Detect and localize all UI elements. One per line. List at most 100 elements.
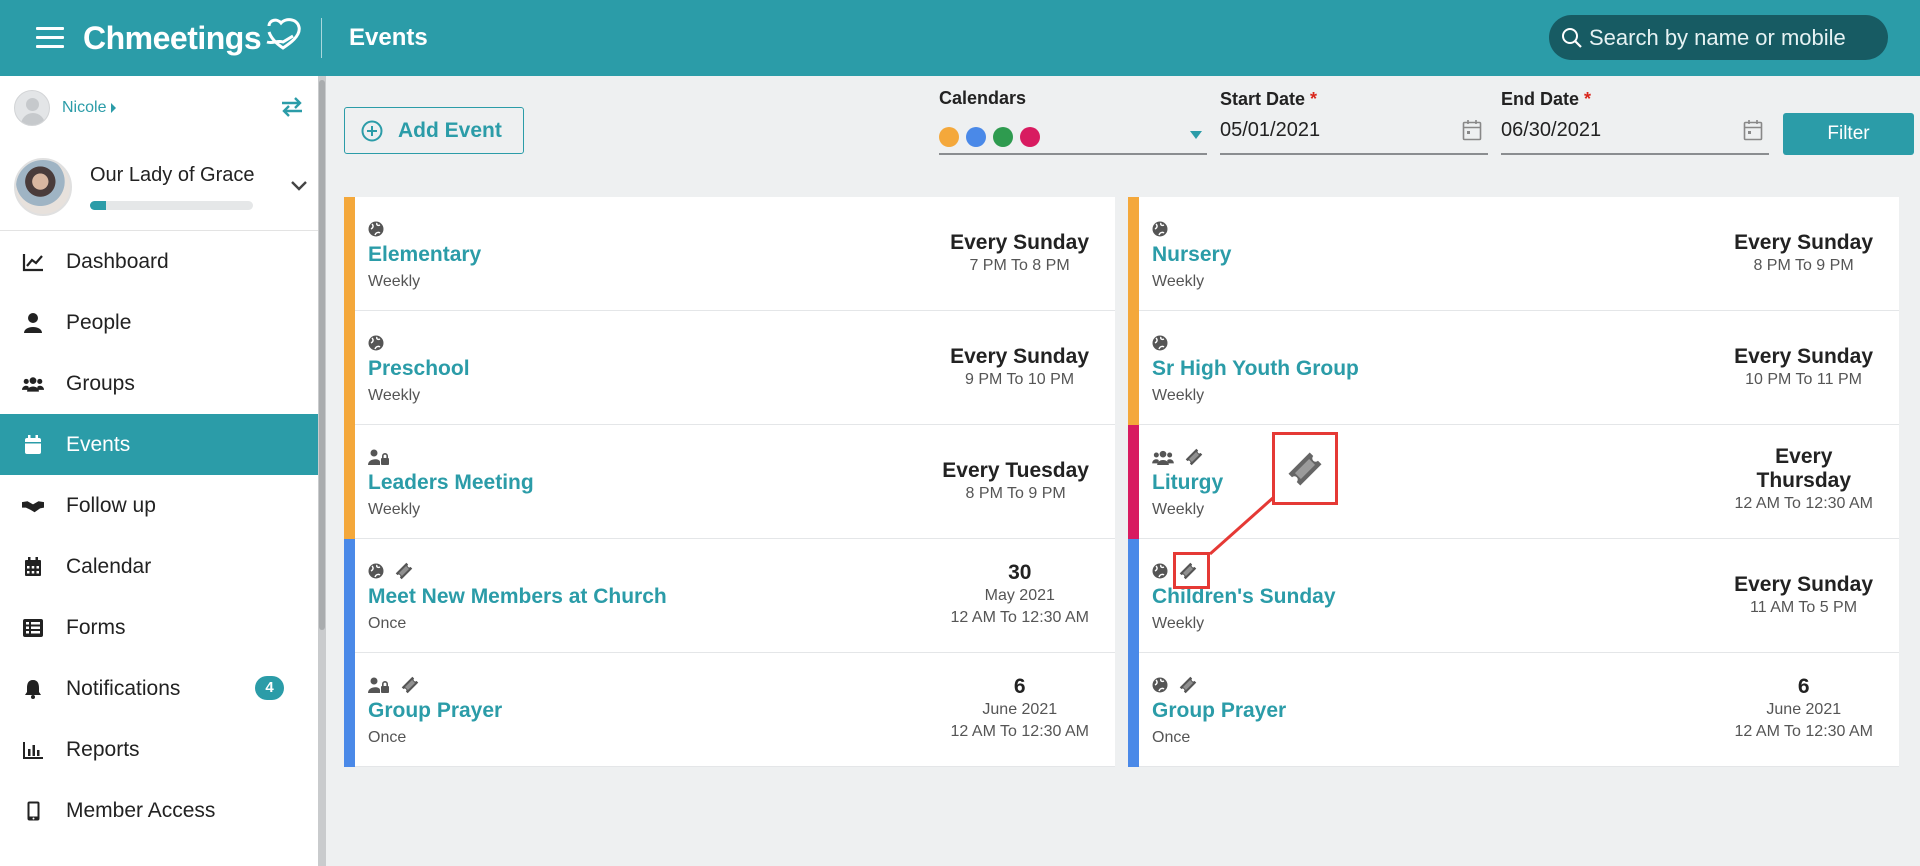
end-date-underline [1501, 153, 1769, 155]
sidebar-item-follow-up[interactable]: Follow up [0, 475, 318, 536]
ticket-icon [1288, 452, 1322, 485]
sidebar-item-label: Calendar [66, 554, 152, 578]
sidebar-item-label: Groups [66, 371, 135, 395]
globe-icon [368, 563, 384, 579]
sidebar-item-label: Member Access [66, 798, 216, 822]
ticket-icon [1184, 447, 1204, 467]
chart-line-icon [22, 251, 44, 273]
calendar-color-stripe [1128, 539, 1139, 653]
org-progress-fill [90, 201, 107, 210]
event-card-nursery[interactable]: Nursery Weekly Every Sunday 8 PM To 9 PM [1128, 197, 1899, 311]
ticket-icon [394, 561, 414, 581]
event-frequency: Weekly [1152, 273, 1205, 290]
event-title[interactable]: Elementary [368, 243, 481, 267]
mobile-icon [22, 800, 44, 822]
sidebar-item-forms[interactable]: Forms [0, 597, 318, 658]
calendar-color-stripe [344, 425, 355, 539]
event-schedule: 6 June 2021 12 AM To 12:30 AM [951, 675, 1089, 742]
event-card-children-s-sunday[interactable]: Children's Sunday Weekly Every Sunday 11 AM… [1128, 539, 1899, 653]
event-title[interactable]: Preschool [368, 357, 470, 381]
event-schedule-time: 12 AM To 12:30 AM [950, 723, 1089, 740]
event-title[interactable]: Leaders Meeting [368, 471, 534, 495]
end-date-input[interactable]: 06/30/2021 [1501, 119, 1601, 142]
event-type-icons [368, 220, 394, 238]
user-avatar [14, 90, 50, 126]
calendar-dropdown-caret-icon[interactable] [1190, 131, 1202, 139]
calendar-color-stripe [344, 197, 355, 311]
sidebar-scrollbar-thumb[interactable] [319, 80, 325, 630]
sidebar-item-member-access[interactable]: Member Access [0, 780, 318, 841]
event-schedule-detail: 8 PM To 9 PM [965, 485, 1066, 502]
event-card-preschool[interactable]: Preschool Weekly Every Sunday 9 PM To 10 PM [344, 311, 1115, 425]
chevron-down-icon[interactable] [290, 180, 308, 192]
sidebar-item-label: People [66, 310, 132, 334]
event-card-group-prayer[interactable]: Group Prayer Once 6 June 2021 12 AM To 12:30… [344, 653, 1115, 767]
calendar-grid-icon [22, 556, 44, 578]
event-schedule: 6 June 2021 12 AM To 12:30 AM [1735, 675, 1873, 742]
event-schedule: Every Sunday 7 PM To 8 PM [950, 231, 1089, 277]
filter-button[interactable]: Filter [1783, 113, 1914, 155]
event-title[interactable]: Meet New Members at Church [368, 585, 667, 609]
handshake-icon [22, 495, 44, 517]
event-card-leaders-meeting[interactable]: Leaders Meeting Weekly Every Tuesday 8 PM T… [344, 425, 1115, 539]
event-type-icons [1152, 334, 1178, 352]
sidebar-item-reports[interactable]: Reports [0, 719, 318, 780]
event-schedule: Every Tuesday 8 PM To 9 PM [942, 459, 1089, 505]
user-menu[interactable]: Nicole [14, 90, 117, 126]
top-bar: Chmeetings Events [0, 0, 1920, 76]
calendar-color-stripe [1128, 425, 1139, 539]
sidebar-item-dashboard[interactable]: Dashboard [0, 231, 318, 292]
users-icon [22, 373, 44, 395]
organization-selector[interactable]: Our Lady of Grace [14, 158, 314, 218]
start-date-input[interactable]: 05/01/2021 [1220, 119, 1320, 142]
calendars-label: Calendars [939, 88, 1027, 108]
event-title[interactable]: Group Prayer [368, 699, 502, 723]
app-name: Chmeetings [83, 19, 262, 56]
calendar-select[interactable] [939, 127, 1047, 147]
user-name: Nicole [62, 99, 107, 116]
event-card-sr-high-youth-group[interactable]: Sr High Youth Group Weekly Every Sunday 10 … [1128, 311, 1899, 425]
menu-icon[interactable] [36, 27, 64, 48]
event-card-liturgy[interactable]: Liturgy Weekly Every Thursday 12 AM To 12:3… [1128, 425, 1899, 539]
globe-icon [1152, 221, 1168, 237]
add-event-button[interactable]: Add Event [344, 107, 524, 154]
sidebar-item-groups[interactable]: Groups [0, 353, 318, 414]
calendar-select-underline [939, 153, 1207, 155]
sidebar-item-calendar[interactable]: Calendar [0, 536, 318, 597]
event-schedule-main: 6 [1013, 675, 1026, 698]
event-title[interactable]: Sr High Youth Group [1152, 357, 1359, 381]
sidebar-item-notifications[interactable]: Notifications 4 [0, 658, 318, 719]
event-schedule-main: Every Sunday [1734, 231, 1873, 254]
event-frequency: Weekly [1152, 501, 1205, 518]
sidebar-item-people[interactable]: People [0, 292, 318, 353]
sidebar-item-label: Dashboard [66, 249, 169, 273]
list-icon [22, 617, 44, 639]
event-frequency: Weekly [368, 387, 421, 404]
event-type-icons [368, 676, 430, 694]
start-date-calendar-icon[interactable] [1462, 119, 1482, 141]
event-card-elementary[interactable]: Elementary Weekly Every Sunday 7 PM To 8 PM [344, 197, 1115, 311]
event-title[interactable]: Group Prayer [1152, 699, 1286, 723]
sidebar-item-events[interactable]: Events [0, 414, 318, 475]
search-box[interactable] [1549, 15, 1888, 60]
calendar-color-dot [939, 127, 959, 147]
user-lock-icon [368, 449, 390, 466]
event-card-meet-new-members-at-church[interactable]: Meet New Members at Church Once 30 May 2021… [344, 539, 1115, 653]
app-logo[interactable]: Chmeetings [83, 18, 305, 58]
switch-arrows-icon[interactable] [280, 96, 304, 118]
sidebar-item-label: Reports [66, 737, 140, 761]
event-schedule-main: 6 [1797, 675, 1810, 698]
search-input[interactable] [1589, 24, 1879, 51]
end-date-calendar-icon[interactable] [1743, 119, 1763, 141]
calendar-color-stripe [1128, 311, 1139, 425]
event-schedule-main: 30 [1008, 561, 1032, 584]
event-schedule: Every Sunday 11 AM To 5 PM [1734, 573, 1873, 619]
event-schedule-detail: 7 PM To 8 PM [969, 257, 1070, 274]
event-card-group-prayer[interactable]: Group Prayer Once 6 June 2021 12 AM To 12:30… [1128, 653, 1899, 767]
start-date-label: Start Date * [1220, 89, 1317, 110]
calendar-color-stripe [344, 539, 355, 653]
event-title[interactable]: Liturgy [1152, 471, 1223, 495]
event-title[interactable]: Nursery [1152, 243, 1231, 267]
sidebar-item-label: Notifications [66, 676, 181, 700]
add-event-label: Add Event [398, 118, 502, 142]
